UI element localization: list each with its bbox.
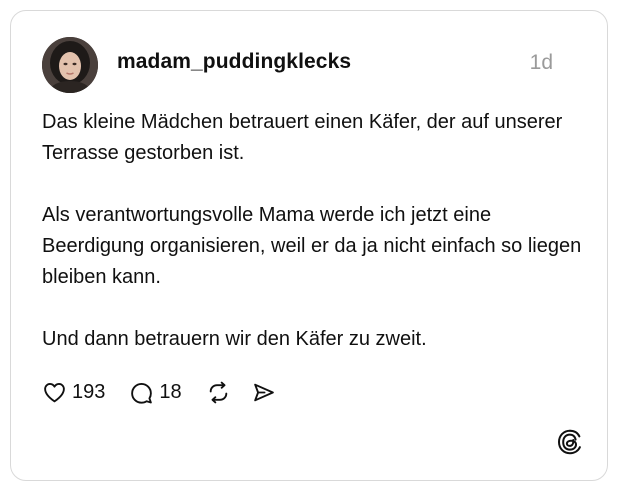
repost-icon — [209, 381, 227, 403]
post-card: madam_puddingklecks 1d Das kleine Mädche… — [10, 10, 608, 481]
share-button[interactable] — [251, 380, 276, 405]
like-count: 193 — [72, 380, 106, 403]
avatar[interactable] — [42, 37, 98, 93]
username[interactable]: madam_puddingklecks — [117, 50, 351, 74]
send-icon — [253, 383, 274, 401]
post-paragraph: Als verantwortungsvolle Mama werde ich j… — [42, 204, 582, 288]
heart-icon — [44, 382, 65, 402]
reply-button[interactable]: 18 — [129, 380, 182, 405]
post-paragraph: Und dann betrauern wir den Käfer zu zwei… — [42, 328, 427, 350]
threads-logo-icon[interactable] — [557, 429, 583, 455]
post-actions: 193 18 — [42, 377, 276, 407]
like-button[interactable]: 193 — [42, 380, 105, 405]
post-timestamp[interactable]: 1d — [530, 51, 553, 75]
post-paragraph: Das kleine Mädchen betrauert einen Käfer… — [42, 111, 563, 164]
post-text: Das kleine Mädchen betrauert einen Käfer… — [42, 107, 582, 355]
repost-button[interactable] — [206, 380, 231, 405]
reply-count: 18 — [159, 380, 182, 403]
speech-bubble-icon — [131, 382, 153, 404]
